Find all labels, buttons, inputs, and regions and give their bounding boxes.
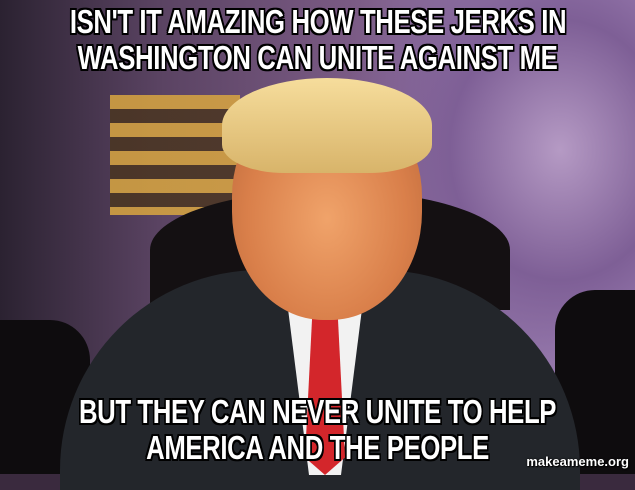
bottom-caption-line: AMERICA AND THE PEOPLE — [146, 429, 489, 466]
hair — [222, 78, 432, 173]
background-lights — [110, 95, 240, 215]
bottom-caption-line: BUT THEY CAN NEVER UNITE TO HELP — [78, 393, 557, 430]
watermark: makeameme.org — [526, 454, 629, 469]
top-caption-line: ISN'T IT AMAZING HOW THESE JERKS IN — [69, 3, 567, 40]
top-caption-line: WASHINGTON CAN UNITE AGAINST ME — [77, 39, 558, 76]
top-caption: ISN'T IT AMAZING HOW THESE JERKS IN WASH… — [69, 3, 567, 76]
bottom-caption: BUT THEY CAN NEVER UNITE TO HELP AMERICA… — [70, 394, 565, 466]
